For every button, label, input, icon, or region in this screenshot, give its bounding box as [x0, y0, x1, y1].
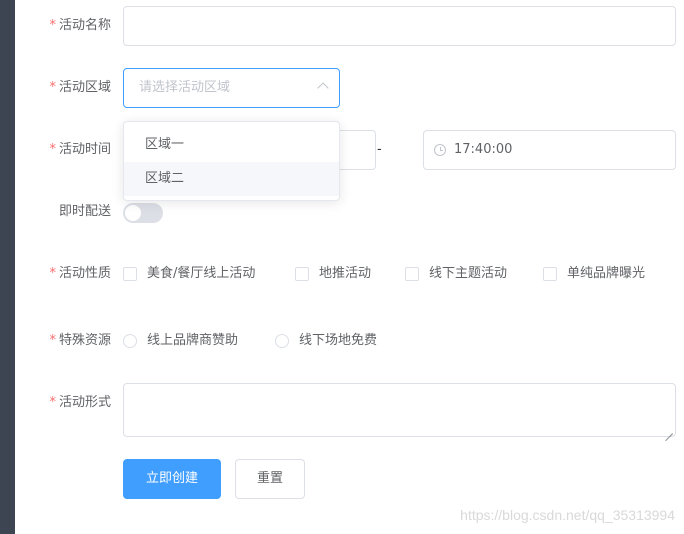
type-option-3[interactable]: 线下主题活动 [429, 264, 507, 284]
delivery-label: 即时配送 [0, 202, 111, 222]
region-option-2[interactable]: 区域二 [124, 162, 339, 196]
required-mark: * [49, 266, 56, 281]
delivery-label-text: 即时配送 [58, 204, 111, 219]
type-checkbox-2[interactable] [295, 267, 309, 281]
type-option-2[interactable]: 地推活动 [319, 264, 371, 284]
required-mark: * [49, 80, 56, 95]
clock-icon [434, 144, 446, 156]
name-label: * 活动名称 [0, 16, 111, 36]
time-value: 17:40:00 [454, 142, 513, 157]
region-dropdown: 区域一 区域二 [123, 121, 340, 201]
name-label-text: 活动名称 [58, 18, 111, 33]
resource-radio-2[interactable] [275, 334, 289, 348]
region-placeholder: 请选择活动区域 [139, 80, 231, 95]
region-option-1[interactable]: 区域一 [124, 128, 339, 162]
type-option-4[interactable]: 单纯品牌曝光 [567, 264, 645, 284]
chevron-up-icon [317, 82, 329, 94]
required-mark: * [49, 395, 56, 410]
type-label: * 活动性质 [0, 264, 111, 284]
resource-option-1[interactable]: 线上品牌商赞助 [147, 331, 238, 351]
time-label: * 活动时间 [0, 140, 111, 160]
required-mark: * [49, 142, 56, 157]
type-label-text: 活动性质 [58, 266, 111, 281]
switch-knob [125, 205, 141, 221]
submit-button[interactable]: 立即创建 [123, 459, 221, 499]
required-mark: * [49, 333, 56, 348]
type-checkbox-3[interactable] [405, 267, 419, 281]
time-picker[interactable]: 17:40:00 [423, 130, 676, 170]
resource-label-text: 特殊资源 [58, 333, 111, 348]
region-label-text: 活动区域 [58, 80, 111, 95]
region-select[interactable]: 请选择活动区域 [123, 68, 340, 108]
reset-button[interactable]: 重置 [235, 459, 305, 499]
required-mark: * [49, 18, 56, 33]
desc-label: * 活动形式 [0, 393, 111, 413]
type-checkbox-1[interactable] [123, 267, 137, 281]
type-checkbox-4[interactable] [543, 267, 557, 281]
resource-option-2[interactable]: 线下场地免费 [299, 331, 377, 351]
resource-label: * 特殊资源 [0, 331, 111, 351]
time-separator: - [377, 142, 382, 157]
resize-handle-icon[interactable] [665, 426, 673, 434]
time-label-text: 活动时间 [58, 142, 111, 157]
watermark: https://blog.csdn.net/qq_35313994 [460, 507, 675, 523]
name-input-wrapper[interactable] [123, 6, 676, 46]
region-label: * 活动区域 [0, 78, 111, 98]
delivery-switch[interactable] [123, 203, 163, 223]
name-input[interactable] [124, 7, 675, 45]
type-option-1[interactable]: 美食/餐厅线上活动 [147, 264, 255, 284]
desc-textarea[interactable] [123, 383, 676, 437]
desc-label-text: 活动形式 [58, 395, 111, 410]
resource-radio-1[interactable] [123, 334, 137, 348]
